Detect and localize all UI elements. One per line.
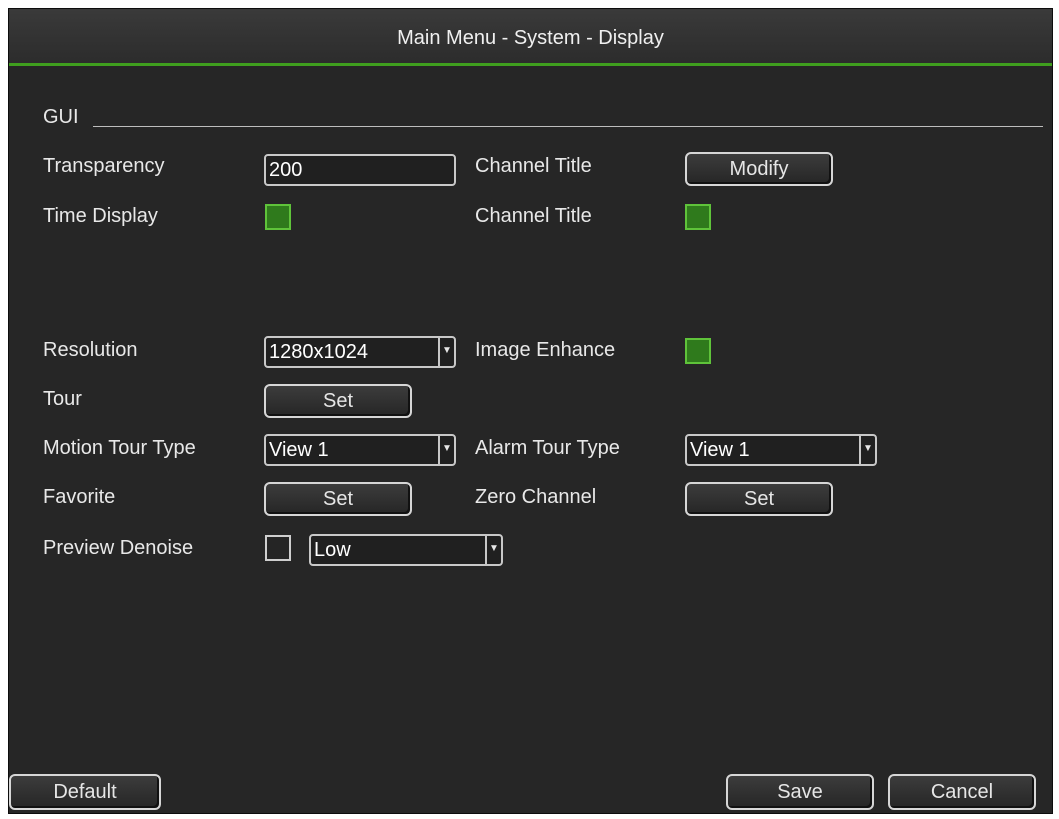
preview-denoise-value: Low bbox=[314, 539, 351, 561]
zero-channel-label: Zero Channel bbox=[475, 486, 597, 508]
motion-tour-type-select[interactable]: View 1 ▼ bbox=[264, 434, 456, 466]
image-enhance-label: Image Enhance bbox=[475, 339, 616, 361]
time-display-checkbox[interactable] bbox=[265, 204, 291, 230]
resolution-label: Resolution bbox=[43, 339, 138, 361]
preview-denoise-label: Preview Denoise bbox=[43, 537, 194, 559]
section-divider bbox=[93, 126, 1043, 127]
resolution-select[interactable]: 1280x1024 ▼ bbox=[264, 336, 456, 368]
transparency-label: Transparency bbox=[43, 155, 165, 177]
tour-set-button[interactable]: Set bbox=[264, 384, 412, 418]
default-button[interactable]: Default bbox=[9, 774, 161, 810]
modify-channel-title-button[interactable]: Modify bbox=[685, 152, 833, 186]
favorite-label: Favorite bbox=[43, 486, 116, 508]
alarm-tour-type-select[interactable]: View 1 ▼ bbox=[685, 434, 877, 466]
alarm-tour-type-value: View 1 bbox=[690, 439, 750, 461]
motion-tour-type-value: View 1 bbox=[269, 439, 329, 461]
cancel-button[interactable]: Cancel bbox=[888, 774, 1036, 810]
channel-title-label: Channel Title bbox=[475, 155, 592, 177]
chevron-down-icon[interactable]: ▼ bbox=[859, 436, 875, 464]
display-settings-window: Main Menu - System - Display GUI Transpa… bbox=[8, 8, 1053, 814]
tour-label: Tour bbox=[43, 388, 82, 410]
window-title: Main Menu - System - Display bbox=[9, 9, 1052, 66]
chevron-down-icon[interactable]: ▼ bbox=[438, 436, 454, 464]
motion-tour-type-label: Motion Tour Type bbox=[43, 437, 196, 459]
preview-denoise-select[interactable]: Low ▼ bbox=[309, 534, 503, 566]
channel-title-toggle-label: Channel Title bbox=[475, 205, 592, 227]
image-enhance-checkbox[interactable] bbox=[685, 338, 711, 364]
channel-title-checkbox[interactable] bbox=[685, 204, 711, 230]
save-button[interactable]: Save bbox=[726, 774, 874, 810]
preview-denoise-checkbox[interactable] bbox=[265, 535, 291, 561]
resolution-value: 1280x1024 bbox=[269, 341, 368, 363]
alarm-tour-type-label: Alarm Tour Type bbox=[475, 437, 620, 459]
chevron-down-icon[interactable]: ▼ bbox=[485, 536, 501, 564]
chevron-down-icon[interactable]: ▼ bbox=[438, 338, 454, 366]
time-display-label: Time Display bbox=[43, 205, 158, 227]
transparency-input[interactable]: 200 bbox=[264, 154, 456, 186]
gui-section-label: GUI bbox=[43, 106, 79, 128]
zero-channel-set-button[interactable]: Set bbox=[685, 482, 833, 516]
favorite-set-button[interactable]: Set bbox=[264, 482, 412, 516]
